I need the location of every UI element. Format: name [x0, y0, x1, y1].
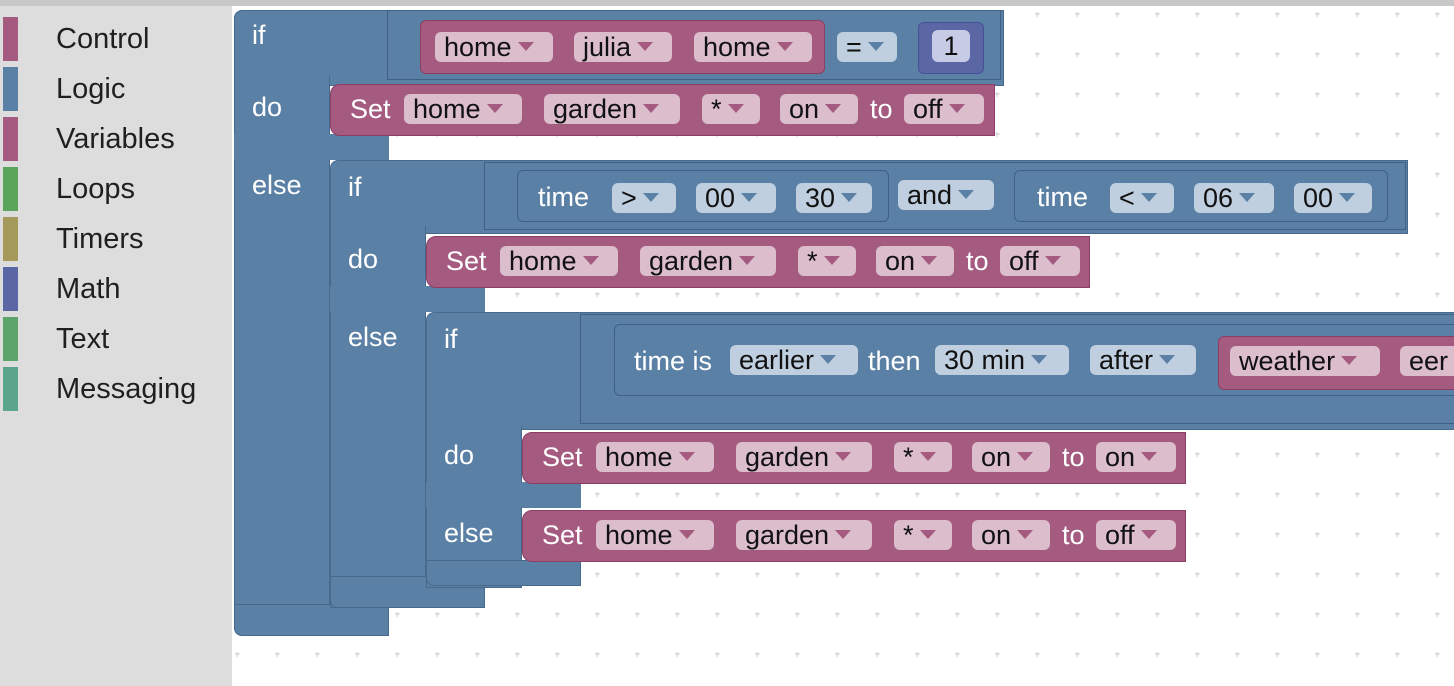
- dropdown-area[interactable]: garden: [736, 520, 872, 550]
- dropdown-location[interactable]: home: [596, 520, 714, 550]
- time-is-label: time is: [634, 346, 713, 376]
- if-block-inner-bottom: [426, 560, 581, 586]
- category-swatch: [3, 367, 18, 411]
- dropdown-minute[interactable]: 30: [796, 183, 872, 213]
- dropdown-location[interactable]: home: [435, 32, 553, 62]
- else-label: else: [348, 322, 398, 352]
- else-label: else: [444, 518, 494, 548]
- dropdown-hour[interactable]: 06: [1194, 183, 1274, 213]
- dropdown-area[interactable]: garden: [544, 94, 680, 124]
- dropdown-source[interactable]: weather: [1230, 346, 1380, 376]
- toolbox: Control Logic Variables Loops Timers Mat…: [0, 6, 232, 686]
- category-swatch: [3, 117, 18, 161]
- if-block-middle-spine: [330, 226, 426, 608]
- to-label: to: [1062, 442, 1085, 472]
- category-swatch: [3, 17, 18, 61]
- to-label: to: [966, 246, 989, 276]
- category-math[interactable]: Math: [0, 264, 232, 314]
- dropdown-logic-operator[interactable]: and: [898, 180, 994, 210]
- dropdown-anchor[interactable]: after: [1090, 345, 1196, 375]
- do-label: do: [444, 440, 475, 470]
- if-label: if: [348, 172, 362, 202]
- set-label: Set: [350, 94, 391, 124]
- time-label: time: [538, 182, 590, 212]
- category-label: Control: [56, 23, 150, 55]
- dropdown-area[interactable]: garden: [640, 246, 776, 276]
- dropdown-hour[interactable]: 00: [696, 183, 776, 213]
- category-swatch: [3, 267, 18, 311]
- category-loops[interactable]: Loops: [0, 164, 232, 214]
- dropdown-operator[interactable]: <: [1110, 183, 1174, 213]
- then-label: then: [868, 346, 921, 376]
- dropdown-property[interactable]: on: [972, 442, 1050, 472]
- category-messaging[interactable]: Messaging: [0, 364, 232, 414]
- dropdown-area[interactable]: garden: [736, 442, 872, 472]
- dropdown-comparison-operator[interactable]: =: [837, 32, 897, 62]
- category-variables[interactable]: Variables: [0, 114, 232, 164]
- dropdown-location[interactable]: home: [596, 442, 714, 472]
- dropdown-property[interactable]: on: [780, 94, 858, 124]
- dropdown-value[interactable]: off: [1096, 520, 1176, 550]
- category-label: Variables: [56, 123, 175, 155]
- dropdown-device[interactable]: *: [894, 520, 952, 550]
- category-label: Math: [56, 273, 121, 305]
- dropdown-property[interactable]: on: [876, 246, 954, 276]
- set-label: Set: [542, 520, 583, 550]
- category-label: Text: [56, 323, 110, 355]
- to-label: to: [1062, 520, 1085, 550]
- block-workspace[interactable]: if do else home julia home = 1 Set home …: [232, 6, 1454, 686]
- dropdown-device[interactable]: *: [894, 442, 952, 472]
- else-label: else: [252, 170, 302, 200]
- if-block-inner-else-arm: [426, 482, 581, 508]
- category-swatch: [3, 217, 18, 261]
- if-block-outer-bottom: [234, 604, 389, 636]
- dropdown-relation[interactable]: earlier: [730, 345, 858, 375]
- category-label: Loops: [56, 173, 136, 205]
- dropdown-value[interactable]: off: [904, 94, 984, 124]
- dropdown-source-field[interactable]: eer: [1400, 346, 1454, 376]
- category-label: Messaging: [56, 373, 197, 405]
- time-label: time: [1037, 182, 1089, 212]
- dropdown-property[interactable]: on: [972, 520, 1050, 550]
- category-swatch: [3, 67, 18, 111]
- if-block-outer-else-arm: [234, 134, 389, 160]
- if-block-middle-else-arm: [330, 286, 485, 312]
- dropdown-minute[interactable]: 00: [1294, 183, 1372, 213]
- category-label: Logic: [56, 73, 126, 105]
- do-label: do: [348, 244, 379, 274]
- set-label: Set: [446, 246, 487, 276]
- category-swatch: [3, 167, 18, 211]
- dropdown-value[interactable]: on: [1096, 442, 1176, 472]
- dropdown-location[interactable]: home: [404, 94, 522, 124]
- dropdown-location[interactable]: home: [500, 246, 618, 276]
- category-logic[interactable]: Logic: [0, 64, 232, 114]
- dropdown-device[interactable]: *: [798, 246, 856, 276]
- if-label: if: [444, 324, 458, 354]
- if-label: if: [252, 20, 266, 50]
- to-label: to: [870, 94, 893, 124]
- dropdown-offset[interactable]: 30 min: [935, 345, 1069, 375]
- dropdown-presence[interactable]: home: [694, 32, 812, 62]
- category-swatch: [3, 317, 18, 361]
- category-control[interactable]: Control: [0, 14, 232, 64]
- category-text[interactable]: Text: [0, 314, 232, 364]
- set-label: Set: [542, 442, 583, 472]
- number-value[interactable]: 1: [932, 30, 970, 62]
- dropdown-value[interactable]: off: [1000, 246, 1080, 276]
- do-label: do: [252, 92, 283, 122]
- dropdown-person[interactable]: julia: [574, 32, 672, 62]
- dropdown-operator[interactable]: >: [612, 183, 676, 213]
- category-timers[interactable]: Timers: [0, 214, 232, 264]
- category-label: Timers: [56, 223, 144, 255]
- dropdown-device[interactable]: *: [702, 94, 760, 124]
- if-block-outer-spine[interactable]: [234, 76, 330, 636]
